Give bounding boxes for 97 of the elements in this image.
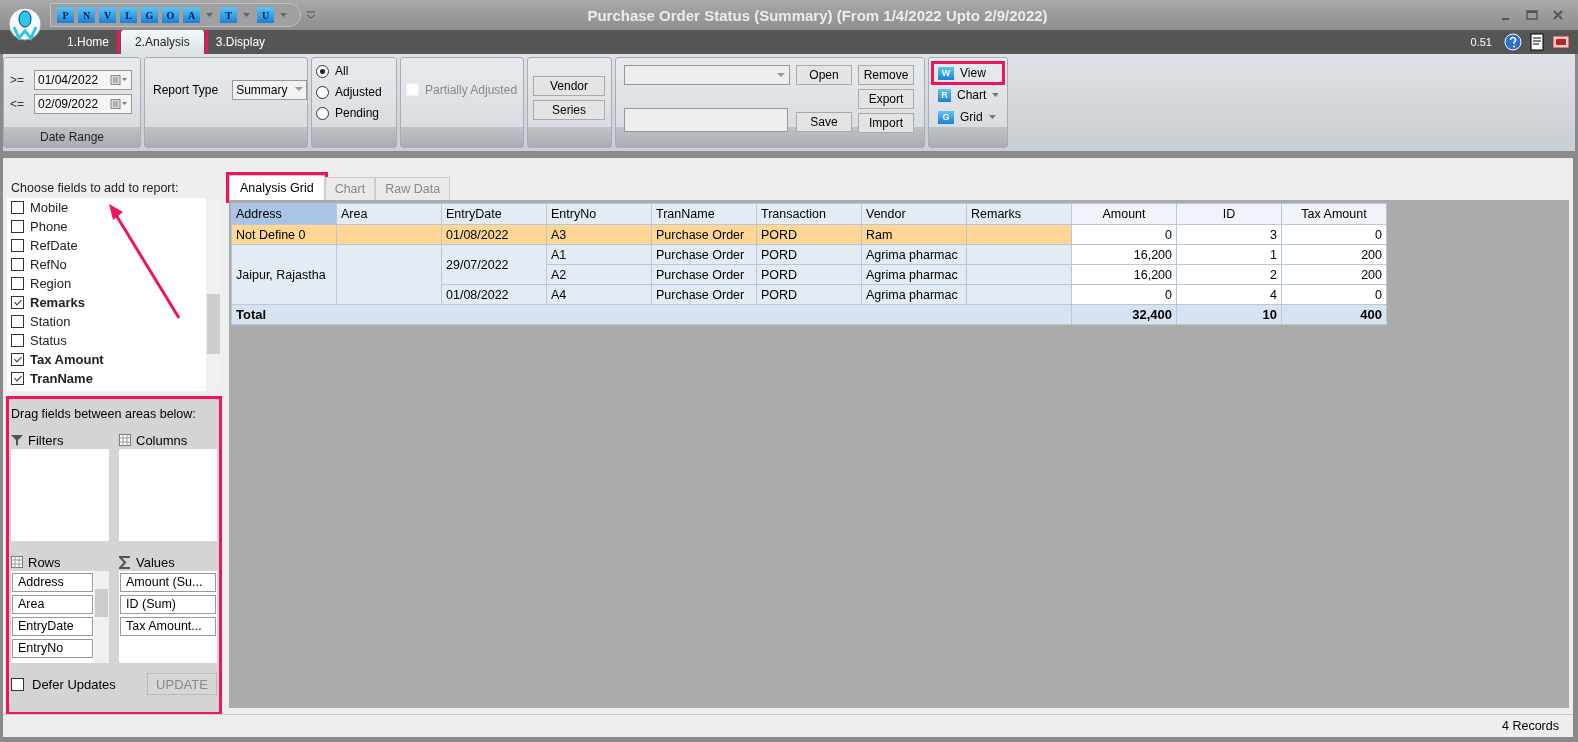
caret-icon — [988, 114, 996, 120]
caret-icon — [295, 87, 303, 92]
view-mode-button[interactable]: R Chart — [934, 86, 1002, 104]
caret-icon — [280, 12, 287, 18]
table-cell: Jaipur, Rajastha — [231, 244, 337, 305]
field-checkbox[interactable]: Remarks — [11, 293, 206, 312]
toolbar-button[interactable]: N — [78, 7, 95, 23]
toolbar-button[interactable]: O — [162, 7, 179, 23]
grid-icon — [119, 434, 131, 446]
caret-icon — [206, 12, 213, 18]
caret-icon — [243, 12, 250, 18]
field-chip[interactable]: Tax Amount... — [120, 617, 216, 636]
filter-icon — [11, 434, 23, 446]
field-chip[interactable]: ID (Sum) — [120, 595, 216, 614]
areas-title: Drag fields between areas below: — [11, 406, 197, 423]
toolbar-button[interactable]: P — [57, 7, 74, 23]
report-type-dropdown[interactable]: Summary — [232, 79, 307, 100]
ribbon-tab[interactable]: 1.Home — [55, 30, 122, 54]
column-header[interactable]: EntryDate — [441, 203, 547, 225]
sigma-icon — [119, 555, 131, 569]
field-list-title: Choose fields to add to report: — [10, 180, 180, 197]
area-label: Columns — [136, 432, 188, 448]
field-chip[interactable]: EntryDate — [12, 617, 93, 636]
app-icon: G — [938, 110, 954, 124]
field-checkbox[interactable]: RefDate — [11, 236, 206, 255]
maximize-icon[interactable] — [1526, 9, 1538, 21]
open-button[interactable]: Open — [796, 65, 852, 85]
date-field[interactable]: 02/09/2022 — [34, 94, 132, 114]
import-button[interactable]: Import — [858, 113, 914, 133]
date-field[interactable]: 01/04/2022 — [34, 70, 132, 90]
close-icon[interactable] — [1552, 9, 1564, 21]
column-header[interactable]: Remarks — [966, 203, 1072, 225]
scrollbar[interactable] — [94, 571, 109, 663]
column-header[interactable]: TranName — [651, 203, 757, 225]
table-cell: 29/07/2022 — [441, 244, 547, 285]
save-button[interactable]: Save — [796, 112, 852, 132]
export-button[interactable]: Export — [858, 89, 914, 109]
field-chip[interactable]: Address — [12, 573, 93, 592]
toolbar-button[interactable]: V — [99, 7, 116, 23]
app-icon: W — [938, 66, 954, 80]
values-area[interactable]: Amount (Su... ID (Sum) Tax Amount... — [119, 571, 217, 663]
operator-label: <= — [10, 97, 25, 111]
area-label: Filters — [28, 432, 64, 448]
area-label: Rows — [28, 554, 61, 570]
filter-button[interactable]: Series — [533, 100, 605, 120]
field-checkbox[interactable]: RefNo — [11, 255, 206, 274]
table-cell: Not Define 0 — [231, 224, 337, 245]
window-title: Purchase Order Status (Summary) (From 1/4/2022 Upto 2/9/2022) — [586, 6, 1049, 24]
layout-dropdown[interactable] — [624, 65, 790, 85]
column-header[interactable]: EntryNo — [546, 203, 652, 225]
toolbar-button[interactable]: G — [141, 7, 158, 23]
record-count: 4 Records — [1502, 719, 1559, 733]
field-chip[interactable]: Area — [12, 595, 93, 614]
ribbon-tab[interactable]: 3.Display — [203, 30, 278, 54]
calendar-icon — [110, 99, 128, 109]
remove-button[interactable]: Remove — [858, 65, 914, 85]
field-checkbox[interactable]: Phone — [11, 217, 206, 236]
field-checkbox[interactable]: Station — [11, 312, 206, 331]
area-label: Values — [136, 554, 175, 570]
column-header[interactable]: Tax Amount — [1281, 203, 1387, 225]
view-tab[interactable]: Analysis Grid — [229, 175, 325, 200]
field-checkbox[interactable]: Status — [11, 331, 206, 350]
field-chip[interactable]: Amount (Su... — [120, 573, 216, 592]
customize-icon[interactable] — [307, 11, 315, 19]
caret-icon — [992, 92, 998, 98]
layout-name-field[interactable] — [624, 108, 788, 132]
rows-area[interactable]: Address Area EntryDate EntryNo — [11, 571, 109, 663]
document-icon[interactable] — [1530, 33, 1544, 51]
field-checkbox[interactable]: Mobile — [11, 198, 206, 217]
operator-label: >= — [10, 73, 25, 87]
exit-sign-icon[interactable] — [1552, 34, 1570, 50]
defer-updates-checkbox[interactable]: Defer Updates — [11, 676, 116, 692]
filter-button[interactable]: Vendor — [533, 76, 605, 96]
column-header[interactable]: Area — [336, 203, 442, 225]
field-chip[interactable]: EntryNo — [12, 639, 93, 658]
view-mode-button[interactable]: W View — [934, 64, 1002, 82]
column-header[interactable]: Amount — [1071, 203, 1177, 225]
help-icon[interactable] — [1504, 33, 1522, 51]
grid-icon — [11, 556, 23, 568]
field-checkbox[interactable]: Tax Amount — [11, 350, 206, 369]
radio-button[interactable]: Adjusted — [316, 85, 396, 99]
column-header[interactable]: Transaction — [756, 203, 862, 225]
view-mode-button[interactable]: G Grid — [934, 108, 1002, 126]
calendar-icon — [110, 75, 128, 85]
toolbar-button[interactable]: L — [120, 7, 137, 23]
column-header[interactable]: Address — [231, 203, 337, 225]
column-header[interactable]: Vendor — [861, 203, 967, 225]
radio-button[interactable]: Pending — [316, 106, 396, 120]
column-header[interactable]: ID — [1176, 203, 1282, 225]
app-icon: R — [938, 88, 951, 102]
version-label: 0.51 — [1470, 36, 1492, 48]
field-checkbox[interactable]: Region — [11, 274, 206, 293]
field-checkbox[interactable]: TranName — [11, 369, 206, 388]
caret-icon — [777, 72, 785, 78]
report-type-label: Report Type — [153, 82, 219, 97]
total-label: Total — [231, 304, 1072, 325]
radio-button[interactable]: All — [316, 64, 396, 78]
